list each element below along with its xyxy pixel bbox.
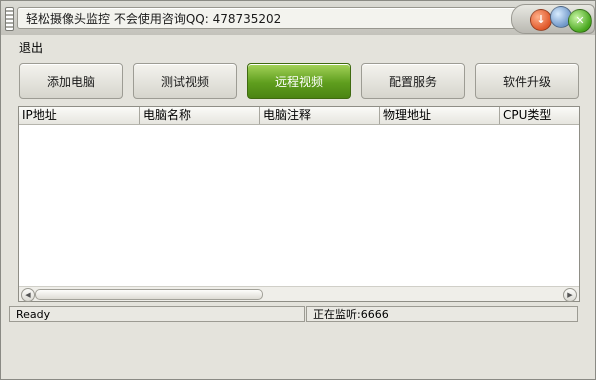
- status-bar: Ready 正在监听:6666: [1, 305, 595, 323]
- close-icon: ✕: [575, 14, 585, 27]
- column-header-computer-note[interactable]: 电脑注释: [260, 107, 380, 124]
- title-bar[interactable]: 轻松摄像头监控 不会使用咨询QQ: 478735202 ↓ ✕: [1, 1, 595, 35]
- test-video-button[interactable]: 测试视频: [133, 63, 237, 99]
- menu-bar: 退出: [1, 35, 595, 57]
- close-button[interactable]: ✕: [568, 9, 592, 33]
- app-window: 轻松摄像头监控 不会使用咨询QQ: 478735202 ↓ ✕ 退出 添加电脑 …: [0, 0, 596, 380]
- system-menu-grip[interactable]: [5, 7, 14, 31]
- scroll-left-icon[interactable]: ◀: [21, 288, 35, 302]
- list-header: IP地址 电脑名称 电脑注释 物理地址 CPU类型: [19, 107, 579, 125]
- minimize-icon: ↓: [536, 13, 546, 26]
- status-listening: 正在监听:6666: [306, 306, 578, 322]
- title-box: 轻松摄像头监控 不会使用咨询QQ: 478735202: [17, 7, 517, 29]
- scroll-thumb[interactable]: [35, 289, 263, 300]
- column-header-mac-address[interactable]: 物理地址: [380, 107, 500, 124]
- remote-video-button[interactable]: 远程视频: [247, 63, 351, 99]
- window-title: 轻松摄像头监控 不会使用咨询QQ: 478735202: [26, 12, 282, 26]
- column-header-ip[interactable]: IP地址: [19, 107, 140, 124]
- computer-list[interactable]: IP地址 电脑名称 电脑注释 物理地址 CPU类型 ◀ ▶: [18, 106, 580, 302]
- menu-item-exit[interactable]: 退出: [19, 39, 43, 56]
- horizontal-scrollbar[interactable]: ◀ ▶: [19, 286, 579, 302]
- column-header-cpu-type[interactable]: CPU类型: [500, 107, 579, 124]
- column-header-computer-name[interactable]: 电脑名称: [140, 107, 260, 124]
- add-computer-button[interactable]: 添加电脑: [19, 63, 123, 99]
- status-ready: Ready: [9, 306, 305, 322]
- config-service-button[interactable]: 配置服务: [361, 63, 465, 99]
- software-upgrade-button[interactable]: 软件升级: [475, 63, 579, 99]
- toolbar: 添加电脑 测试视频 远程视频 配置服务 软件升级: [1, 59, 595, 103]
- minimize-button[interactable]: ↓: [530, 9, 552, 31]
- window-controls: ↓ ✕: [511, 4, 595, 34]
- scroll-right-icon[interactable]: ▶: [563, 288, 577, 302]
